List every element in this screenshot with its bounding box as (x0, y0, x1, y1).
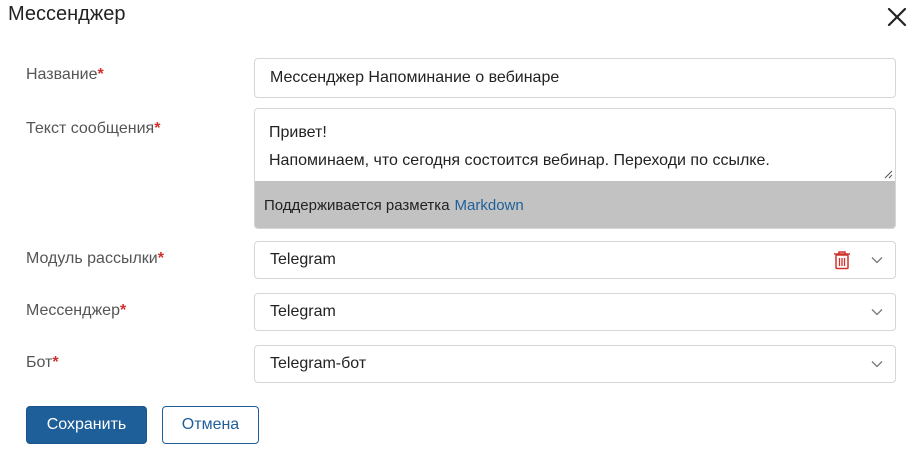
message-label: Текст сообщения* (26, 120, 160, 138)
markdown-link[interactable]: Markdown (455, 197, 524, 214)
module-select-value: Telegram (270, 251, 336, 268)
bot-select[interactable]: Telegram-бот (254, 345, 896, 383)
name-input[interactable]: Мессенджер Напоминание о вебинаре (254, 58, 896, 98)
resize-handle-icon[interactable] (883, 169, 893, 179)
cancel-button[interactable]: Отмена (162, 406, 259, 444)
messenger-select-value: Telegram (270, 303, 336, 320)
message-line: Привет! (269, 124, 327, 141)
bot-label-text: Бот (26, 354, 53, 371)
bot-select-value: Telegram-бот (270, 355, 367, 372)
required-mark: * (119, 302, 127, 319)
messenger-label-text: Мессенджер (26, 302, 120, 319)
dialog-title: Мессенджер (8, 3, 126, 25)
name-label-text: Название (26, 66, 98, 83)
module-select[interactable]: Telegram (254, 241, 896, 279)
required-mark: * (154, 120, 161, 137)
messenger-label: Мессенджер* (26, 302, 126, 320)
chevron-down-icon (871, 361, 883, 368)
bot-label: Бот* (26, 354, 59, 372)
required-mark: * (97, 66, 104, 83)
message-label-text: Текст сообщения (26, 120, 155, 137)
module-label: Модуль рассылки* (26, 250, 164, 268)
close-icon[interactable] (882, 2, 912, 32)
name-input-value: Мессенджер Напоминание о вебинаре (270, 69, 560, 86)
save-button[interactable]: Сохранить (26, 406, 147, 444)
chevron-down-icon (871, 257, 883, 264)
required-mark: * (52, 354, 59, 371)
module-label-text: Модуль рассылки (26, 250, 158, 267)
message-textarea[interactable]: Привет! Напоминаем, что сегодня состоитс… (255, 109, 895, 181)
trash-icon[interactable] (833, 250, 851, 270)
messenger-select[interactable]: Telegram (254, 293, 896, 331)
markdown-hint-bar: Поддерживается разметка Markdown (255, 181, 895, 228)
markdown-hint-text: Поддерживается разметка (264, 196, 450, 214)
message-line: Напоминаем, что сегодня состоится вебина… (269, 152, 770, 169)
message-editor: Привет! Напоминаем, что сегодня состоитс… (254, 108, 896, 229)
chevron-down-icon (871, 309, 883, 316)
required-mark: * (157, 250, 164, 267)
name-label: Название* (26, 66, 104, 84)
